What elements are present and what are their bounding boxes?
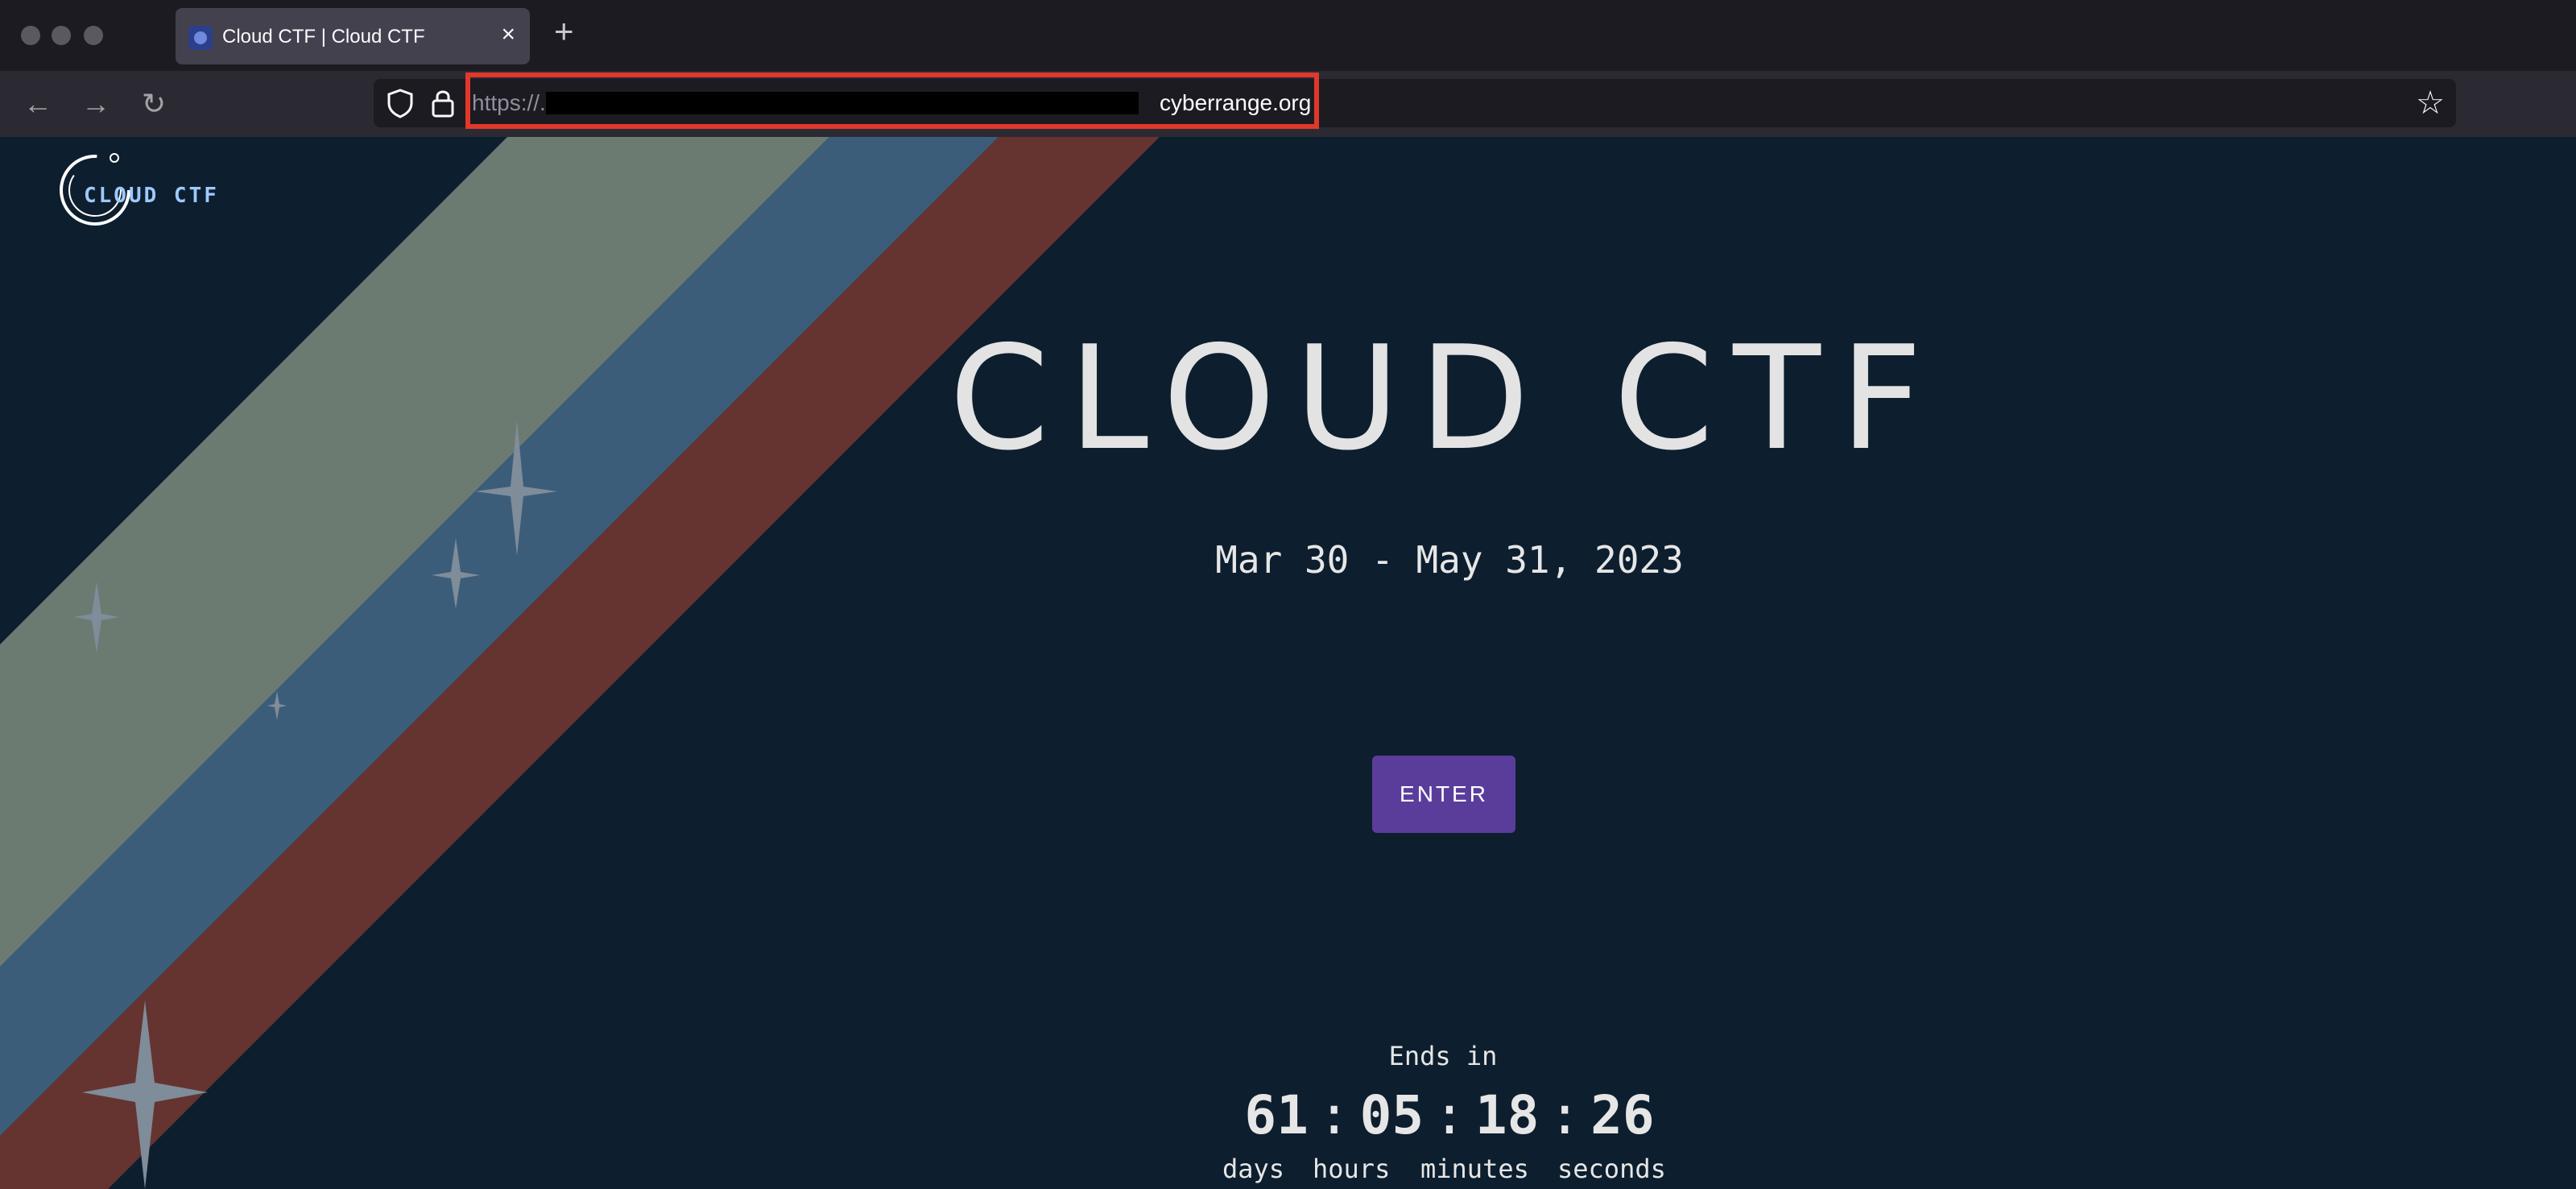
tab-title: Cloud CTF | Cloud CTF <box>222 26 425 48</box>
logo-text: CLOUD CTF <box>84 184 219 208</box>
decorative-stripes <box>0 137 1160 1189</box>
countdown-hours: 05 <box>1359 1084 1424 1146</box>
countdown-seconds-label: seconds <box>1557 1154 1666 1184</box>
countdown-days-label: days <box>1222 1154 1285 1184</box>
shield-icon[interactable] <box>385 87 416 119</box>
window-close-dot[interactable] <box>21 26 40 45</box>
url-scheme: https://. <box>472 90 546 115</box>
page-title: CLOUD CTF <box>949 315 1942 482</box>
browser-tab-bar: Cloud CTF | Cloud CTF × + <box>0 0 2576 71</box>
page-content: CLOUD CTF CLOUD CTF Mar 30 - May 31, 202… <box>0 137 2576 1189</box>
url-redacted-segment <box>546 92 1139 114</box>
window-minimize-dot[interactable] <box>52 26 71 45</box>
enter-button[interactable]: ENTER <box>1372 756 1515 833</box>
browser-nav-bar: ← → ↻ https://. cyberrange.org ☆ <box>0 71 2576 137</box>
browser-tab-active[interactable]: Cloud CTF | Cloud CTF × <box>176 8 530 64</box>
url-host: cyberrange.org <box>1160 90 1312 115</box>
countdown-hours-label: hours <box>1313 1154 1391 1184</box>
event-dates: Mar 30 - May 31, 2023 <box>1215 538 1684 582</box>
countdown-minutes-label: minutes <box>1420 1154 1529 1184</box>
lock-icon[interactable] <box>428 87 457 119</box>
new-tab-icon[interactable]: + <box>554 14 574 48</box>
url-bar[interactable]: https://. cyberrange.org ☆ <box>374 72 2456 129</box>
favicon-icon <box>188 26 213 50</box>
forward-icon[interactable]: → <box>77 85 114 122</box>
back-icon[interactable]: ← <box>19 85 56 122</box>
countdown-label: Ends in <box>1388 1041 1498 1071</box>
countdown-seconds: 26 <box>1590 1084 1655 1146</box>
close-tab-icon[interactable]: × <box>501 21 515 48</box>
cloud-ctf-logo[interactable]: CLOUD CTF <box>56 148 217 237</box>
countdown-timer: 61:05:18:26 <box>1244 1084 1655 1146</box>
reload-icon[interactable]: ↻ <box>135 85 172 122</box>
countdown-minutes: 18 <box>1474 1084 1540 1146</box>
bookmark-star-icon[interactable]: ☆ <box>2416 84 2445 122</box>
countdown-days: 61 <box>1244 1084 1309 1146</box>
window-zoom-dot[interactable] <box>84 26 103 45</box>
